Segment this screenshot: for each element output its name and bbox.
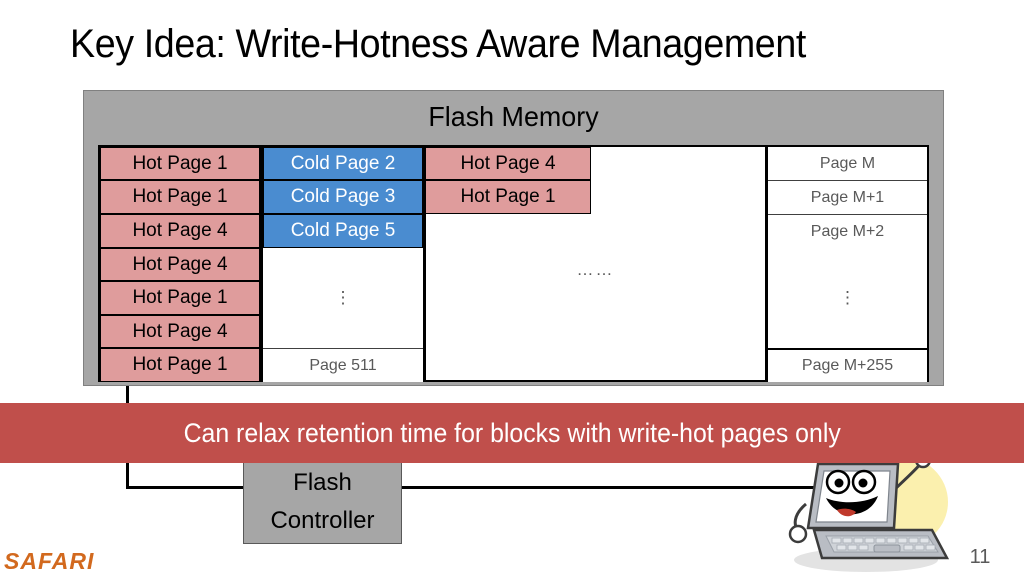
page-cell: Hot Page 1 <box>100 180 260 214</box>
page-cell: Hot Page 4 <box>100 315 260 348</box>
flash-controller-label-line2: Controller <box>270 507 375 534</box>
page-cell: Hot Page 4 <box>425 147 591 180</box>
callout-banner: Can relax retention time for blocks with… <box>0 403 1024 463</box>
laptop-character-icon <box>782 451 972 576</box>
page-cell: Cold Page 5 <box>263 214 423 248</box>
safari-logo: SAFARI <box>4 548 95 574</box>
page-cell: Page M+255 <box>768 348 927 382</box>
callout-text: Can relax retention time for blocks with… <box>183 418 841 448</box>
page-cell: Page 511 <box>263 348 423 382</box>
flash-block-2: Cold Page 2 Cold Page 3 Cold Page 5 ⋮ Pa… <box>261 145 425 382</box>
page-cell: Hot Page 1 <box>100 348 260 382</box>
connector-line-right <box>400 486 820 489</box>
page-cell: Hot Page 1 <box>425 180 591 214</box>
connector-line-left <box>126 486 246 489</box>
page-title: Key Idea: Write-Hotness Aware Management <box>70 22 806 66</box>
flash-block-4: Page M Page M+1 Page M+2 ⋮ Page M+255 <box>766 145 929 382</box>
page-number: 11 <box>969 546 991 568</box>
flash-controller-label-line1: Flash <box>293 469 352 496</box>
page-cell: Hot Page 1 <box>100 281 260 315</box>
page-cell: Page M <box>768 147 927 180</box>
vertical-ellipsis: ⋮ <box>838 287 858 309</box>
flash-controller-box: Flash Controller <box>243 460 402 544</box>
page-cell: Page M+2 <box>768 214 927 248</box>
flash-block-1: Hot Page 1 Hot Page 1 Hot Page 4 Hot Pag… <box>98 145 262 382</box>
page-cell: Hot Page 4 <box>100 248 260 281</box>
flash-memory-heading: Flash Memory <box>428 101 599 132</box>
page-cell: Hot Page 4 <box>100 214 260 248</box>
page-cell: Page M+1 <box>768 180 927 214</box>
page-cell: Cold Page 2 <box>263 147 423 180</box>
page-cell: Cold Page 3 <box>263 180 423 214</box>
page-cell: Hot Page 1 <box>100 147 260 180</box>
flash-block-3: Hot Page 4 Hot Page 1 …… <box>424 145 767 382</box>
vertical-ellipsis: ⋮ <box>334 287 353 309</box>
horizontal-ellipsis: …… <box>576 260 615 279</box>
